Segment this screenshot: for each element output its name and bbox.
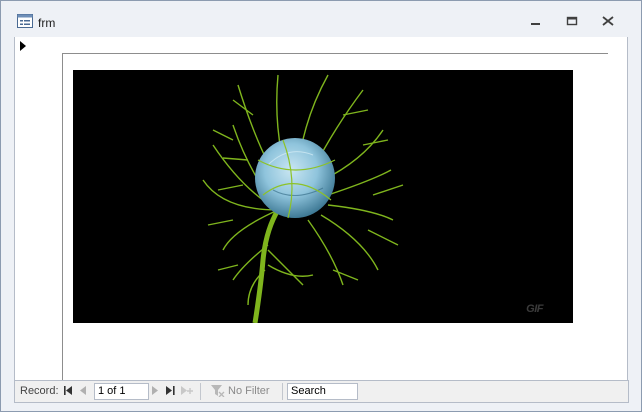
record-selector[interactable] — [14, 37, 34, 380]
form-body: GIF — [62, 53, 608, 381]
restore-button[interactable] — [559, 11, 585, 31]
access-form-window: frm GIF Record: 1 of 1 No Filter Search — [0, 0, 642, 412]
filter-icon — [211, 385, 225, 397]
minimize-button[interactable] — [523, 11, 549, 31]
last-record-button[interactable] — [166, 386, 175, 397]
current-record-arrow-icon — [20, 41, 26, 51]
last-record-icon — [166, 386, 175, 395]
previous-record-button[interactable] — [80, 386, 87, 397]
window-title: frm — [38, 16, 56, 30]
nav-separator — [200, 383, 201, 400]
previous-record-icon — [80, 386, 86, 395]
close-icon — [602, 16, 614, 26]
close-button[interactable] — [595, 11, 621, 31]
form-icon — [17, 14, 33, 28]
title-bar[interactable]: frm — [1, 1, 641, 37]
flower-picture[interactable]: GIF — [73, 70, 573, 323]
nav-separator — [282, 383, 283, 400]
form-detail-section: GIF — [33, 37, 628, 381]
record-navigation-bar: Record: 1 of 1 No Filter Search — [14, 380, 629, 403]
filter-label: No Filter — [228, 385, 270, 397]
search-input[interactable]: Search — [287, 383, 358, 400]
next-record-icon — [152, 386, 158, 395]
new-record-icon — [181, 386, 193, 395]
first-record-button[interactable] — [64, 386, 73, 397]
current-record-field[interactable]: 1 of 1 — [94, 383, 149, 400]
first-record-icon — [64, 386, 72, 395]
minimize-icon — [531, 23, 540, 25]
next-record-button[interactable] — [151, 386, 158, 397]
restore-icon — [566, 16, 578, 26]
gif-watermark: GIF — [526, 303, 543, 315]
record-label: Record: — [20, 385, 59, 397]
filter-toggle-button[interactable]: No Filter — [211, 384, 270, 398]
flower-bud-image — [73, 70, 573, 323]
new-record-button[interactable] — [181, 386, 193, 397]
